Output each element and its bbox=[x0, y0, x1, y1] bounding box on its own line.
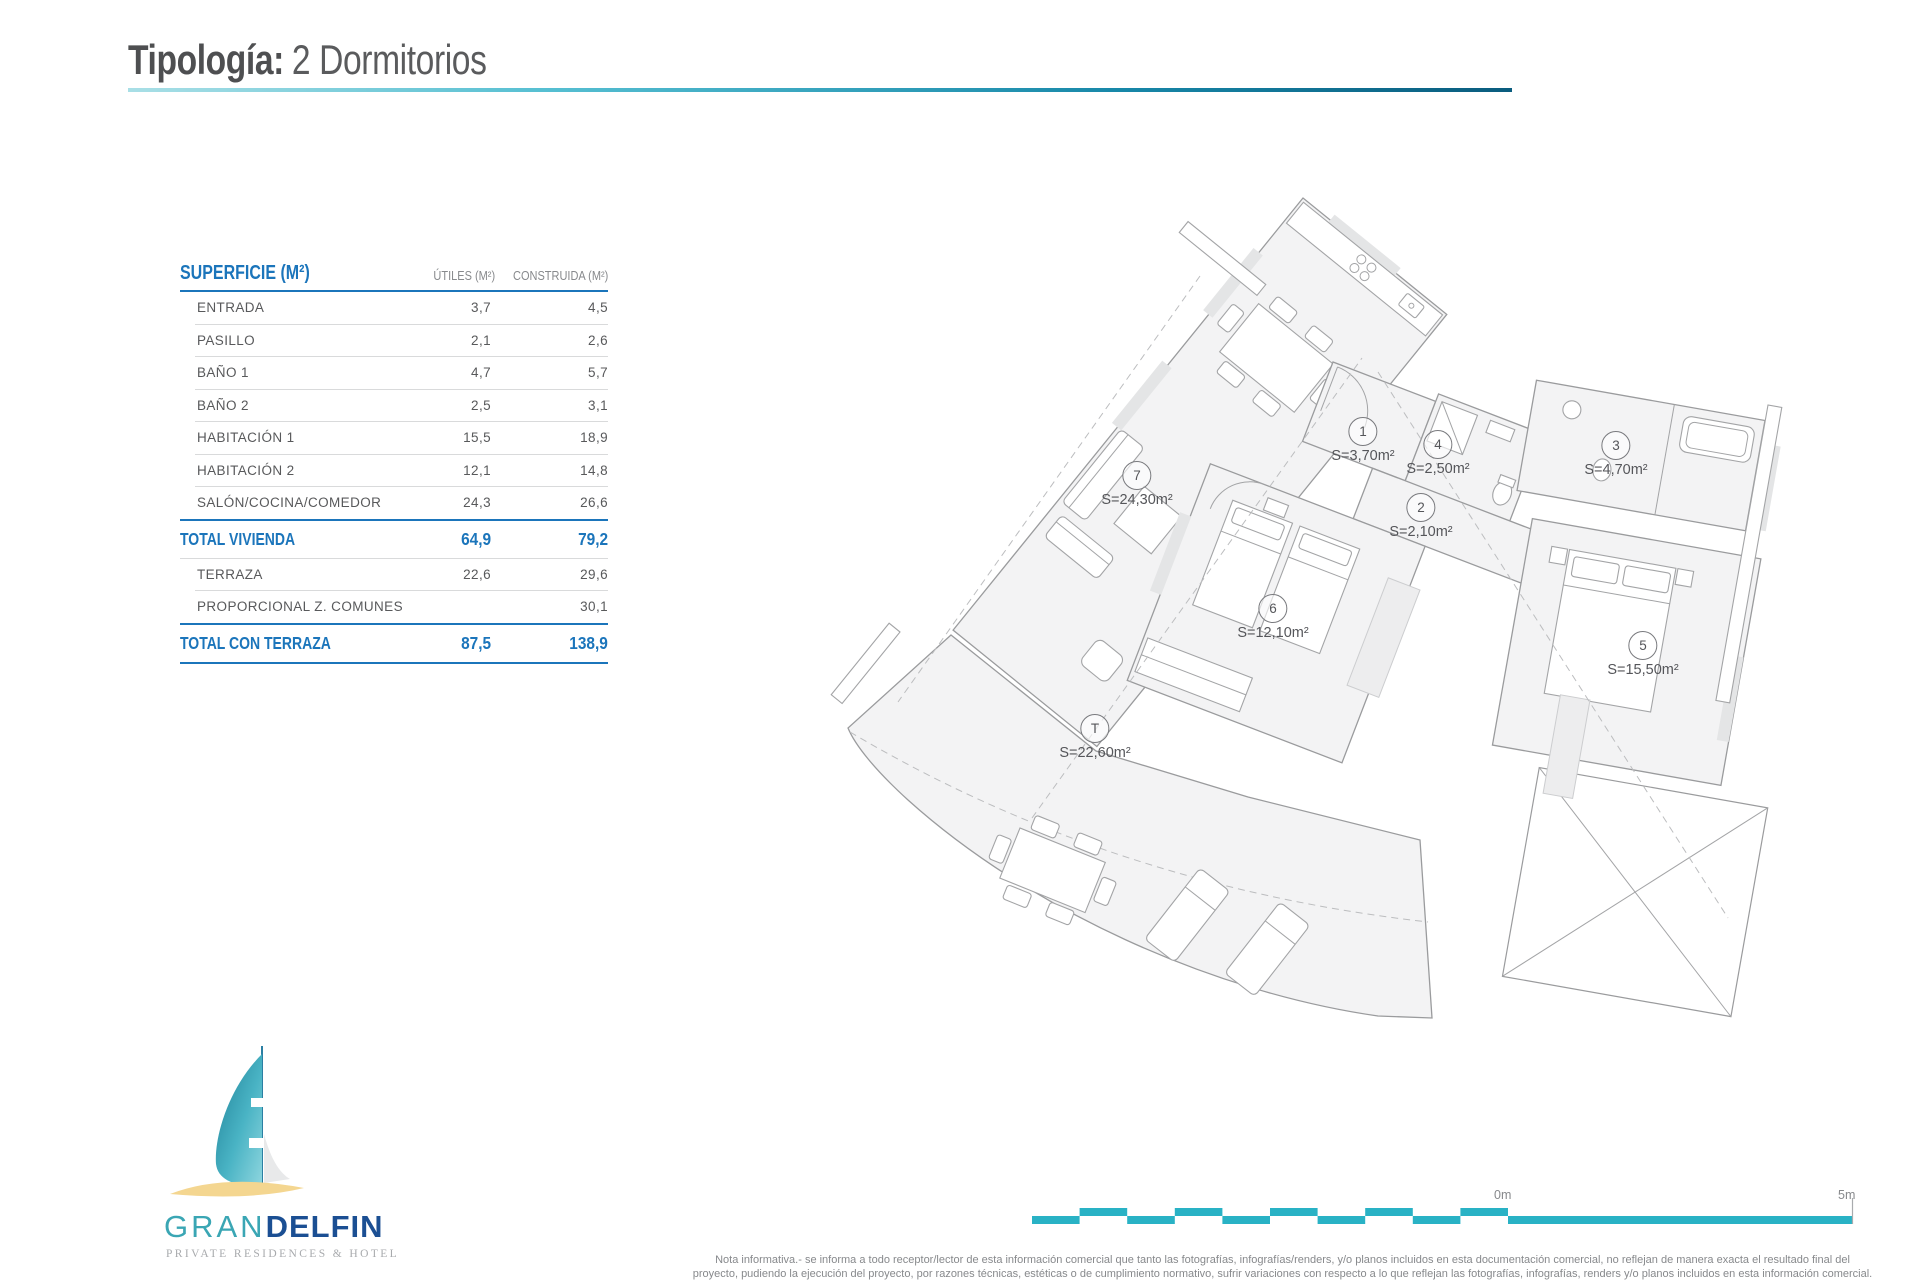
room-label-4: 4 S=2,50m² bbox=[1406, 430, 1470, 477]
row-utiles: 22,6 bbox=[463, 566, 491, 582]
row-utiles: 2,5 bbox=[471, 397, 491, 413]
total-construida: 79,2 bbox=[578, 528, 608, 549]
scale-end-label: 5m bbox=[1838, 1188, 1856, 1202]
total-construida: 138,9 bbox=[569, 632, 608, 653]
brand-name: GRANDELFIN bbox=[164, 1209, 432, 1245]
room-area: S=24,30m² bbox=[1101, 492, 1173, 508]
row-utiles: 12,1 bbox=[463, 462, 491, 478]
room-number: 7 bbox=[1122, 461, 1152, 490]
room-number: 2 bbox=[1406, 493, 1436, 522]
row-construida: 18,9 bbox=[580, 430, 608, 446]
title-prefix: Tipología: bbox=[128, 36, 284, 83]
col-superficie: SUPERFICIE (M²) bbox=[180, 262, 310, 284]
room-label-2: 2 S=2,10m² bbox=[1389, 493, 1453, 540]
total-rule-bottom bbox=[180, 661, 608, 664]
room-area: S=2,50m² bbox=[1406, 461, 1470, 477]
table-row: HABITACIÓN 2 12,1 14,8 bbox=[180, 455, 608, 487]
row-label: BAÑO 1 bbox=[197, 365, 249, 381]
legal-note-line2: proyecto, pudiendo la ejecución del proy… bbox=[692, 1268, 1873, 1280]
brand-name-delfin: DELFIN bbox=[265, 1209, 384, 1244]
table-row: SALÓN/COCINA/COMEDOR 24,3 26,6 bbox=[180, 487, 608, 519]
brochure-page: Tipología: 2 Dormitorios SUPERFICIE (M²) … bbox=[0, 0, 1920, 1280]
table-row: TERRAZA 22,6 29,6 bbox=[180, 559, 608, 591]
row-utiles: 15,5 bbox=[463, 430, 491, 446]
total-utiles: 87,5 bbox=[461, 632, 491, 653]
table-row: PASILLO 2,1 2,6 bbox=[180, 325, 608, 357]
total-vivienda-row: TOTAL VIVIENDA 64,9 79,2 bbox=[180, 521, 608, 558]
room-area: S=12,10m² bbox=[1237, 625, 1309, 641]
room-label-6: 6 S=12,10m² bbox=[1237, 594, 1309, 641]
row-construida: 29,6 bbox=[580, 566, 608, 582]
total-utiles: 64,9 bbox=[461, 528, 491, 549]
row-utiles: 4,7 bbox=[471, 365, 491, 381]
room-label-7: 7 S=24,30m² bbox=[1101, 461, 1173, 508]
row-label: PASILLO bbox=[197, 332, 256, 348]
row-label: ENTRADA bbox=[197, 300, 265, 316]
room-area: S=3,70m² bbox=[1331, 448, 1395, 464]
col-utiles: ÚTILES (M²) bbox=[433, 269, 495, 283]
row-label: PROPORCIONAL Z. COMUNES bbox=[197, 599, 403, 615]
room-number: 4 bbox=[1423, 430, 1453, 459]
row-utiles: 24,3 bbox=[463, 495, 491, 511]
room-number: 6 bbox=[1258, 594, 1288, 623]
table-row: ENTRADA 3,7 4,5 bbox=[180, 292, 608, 324]
room-area: S=22,60m² bbox=[1059, 745, 1131, 761]
row-construida: 2,6 bbox=[588, 332, 608, 348]
table-header: SUPERFICIE (M²) ÚTILES (M²) CONSTRUIDA (… bbox=[180, 258, 608, 290]
table-row: BAÑO 1 4,7 5,7 bbox=[180, 357, 608, 389]
total-label: TOTAL CON TERRAZA bbox=[180, 632, 331, 653]
page-title: Tipología: 2 Dormitorios bbox=[128, 36, 576, 84]
row-construida: 3,1 bbox=[588, 397, 608, 413]
row-label: BAÑO 2 bbox=[197, 397, 249, 413]
total-label: TOTAL VIVIENDA bbox=[180, 528, 296, 549]
legal-note: Nota informativa.- se informa a todo rec… bbox=[680, 1253, 1885, 1280]
room-number: T bbox=[1080, 714, 1110, 743]
row-construida: 26,6 bbox=[580, 495, 608, 511]
row-label: HABITACIÓN 2 bbox=[197, 462, 295, 478]
total-terraza-row: TOTAL CON TERRAZA 87,5 138,9 bbox=[180, 625, 608, 662]
col-construida: CONSTRUIDA (M²) bbox=[512, 269, 608, 283]
room-area: S=2,10m² bbox=[1389, 524, 1453, 540]
table-row: PROPORCIONAL Z. COMUNES 30,1 bbox=[180, 591, 608, 623]
room-number: 5 bbox=[1628, 631, 1658, 660]
sail-logo-icon bbox=[170, 1046, 304, 1197]
row-label: HABITACIÓN 1 bbox=[197, 430, 295, 446]
row-construida: 5,7 bbox=[588, 365, 608, 381]
legal-note-line1: Nota informativa.- se informa a todo rec… bbox=[715, 1254, 1850, 1266]
brand-tagline: PRIVATE RESIDENCES & HOTEL bbox=[166, 1248, 400, 1260]
row-construida: 4,5 bbox=[588, 300, 608, 316]
row-utiles: 3,7 bbox=[471, 300, 491, 316]
scale-start-label: 0m bbox=[1494, 1188, 1512, 1202]
room-number: 1 bbox=[1348, 417, 1378, 446]
room-label-terrace: T S=22,60m² bbox=[1059, 714, 1131, 761]
room-area: S=4,70m² bbox=[1584, 462, 1648, 478]
room-label-3: 3 S=4,70m² bbox=[1584, 431, 1648, 478]
surface-table: SUPERFICIE (M²) ÚTILES (M²) CONSTRUIDA (… bbox=[180, 258, 608, 664]
title-underline bbox=[128, 88, 1512, 92]
table-row: BAÑO 2 2,5 3,1 bbox=[180, 390, 608, 422]
room-label-5: 5 S=15,50m² bbox=[1607, 631, 1679, 678]
table-row: HABITACIÓN 1 15,5 18,9 bbox=[180, 422, 608, 454]
room-label-1: 1 S=3,70m² bbox=[1331, 417, 1395, 464]
row-construida: 30,1 bbox=[580, 599, 608, 615]
row-label: SALÓN/COCINA/COMEDOR bbox=[197, 495, 382, 511]
row-label: TERRAZA bbox=[197, 566, 263, 582]
row-construida: 14,8 bbox=[580, 462, 608, 478]
title-value: 2 Dormitorios bbox=[291, 36, 487, 83]
brand-logo: GRANDELFIN PRIVATE RESIDENCES & HOTEL bbox=[152, 1046, 432, 1260]
brand-name-gran: GRAN bbox=[164, 1209, 266, 1244]
scale-bar bbox=[1032, 1198, 1854, 1224]
room-number: 3 bbox=[1601, 431, 1631, 460]
room-area: S=15,50m² bbox=[1607, 662, 1679, 678]
row-utiles: 2,1 bbox=[471, 332, 491, 348]
